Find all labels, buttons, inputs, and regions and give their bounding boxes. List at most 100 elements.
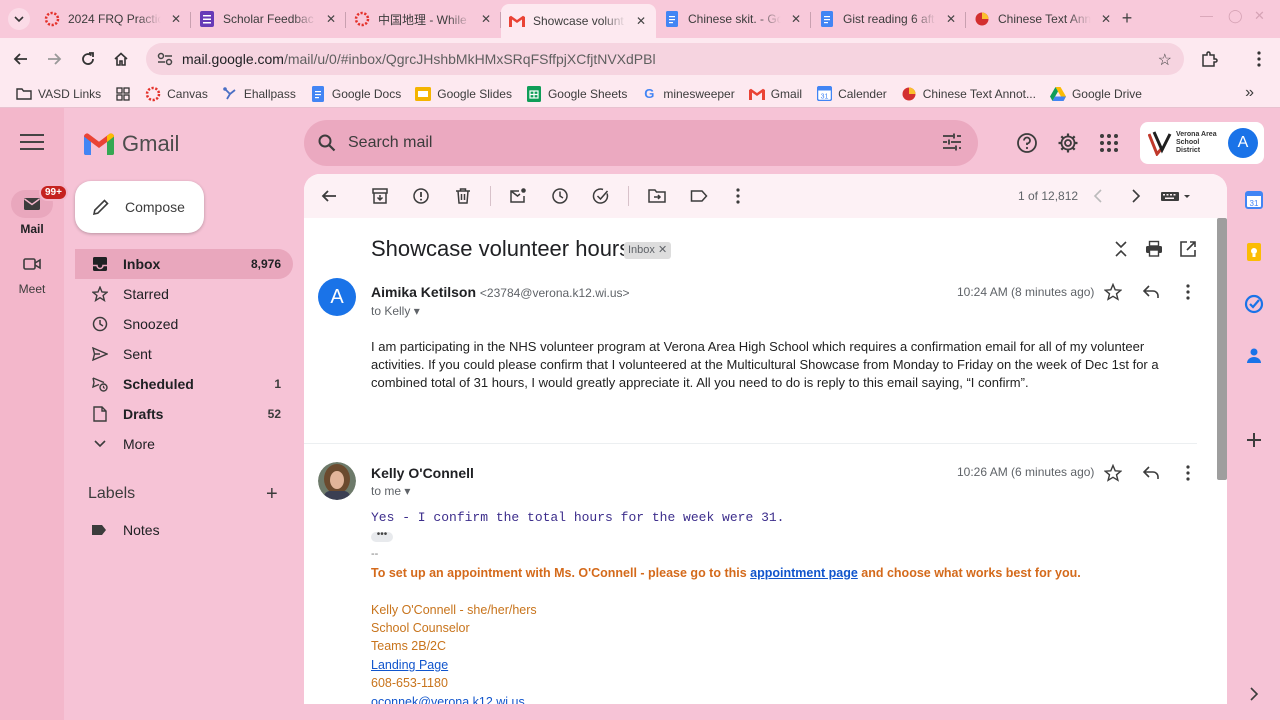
nav-sent[interactable]: Sent (75, 339, 293, 369)
print-icon[interactable] (1145, 240, 1163, 258)
sender-avatar-photo[interactable] (318, 462, 356, 500)
trash-icon[interactable] (454, 187, 472, 205)
main-menu-icon[interactable] (20, 134, 44, 152)
add-to-tasks-icon[interactable] (592, 187, 610, 205)
site-settings-icon[interactable] (156, 50, 174, 68)
message-scrollbar[interactable] (1217, 218, 1227, 480)
rail-mail[interactable]: 99+ Mail (0, 184, 68, 236)
move-to-icon[interactable] (648, 187, 666, 205)
report-spam-icon[interactable] (412, 187, 430, 205)
input-tools-icon[interactable] (1160, 187, 1192, 205)
search-icon[interactable] (318, 134, 336, 152)
recipient-details[interactable]: to me ▾ (371, 484, 410, 498)
browser-tab[interactable]: 2024 FRQ Practic ✕ (36, 4, 191, 34)
account-avatar[interactable]: A (1228, 128, 1258, 158)
nav-drafts[interactable]: Drafts 52 (75, 399, 293, 429)
browser-tab[interactable]: Scholar Feedbac ✕ (191, 4, 346, 34)
create-label-button[interactable]: + (266, 483, 278, 506)
close-icon[interactable]: ✕ (1099, 12, 1113, 26)
bookmark-apps[interactable] (115, 86, 131, 102)
bookmark-star-icon[interactable]: ☆ (1158, 50, 1172, 70)
minimize-icon[interactable]: — (1200, 8, 1213, 23)
open-in-new-window-icon[interactable] (1179, 240, 1197, 258)
contacts-icon[interactable] (1244, 346, 1264, 366)
search-bar[interactable]: Search mail (304, 120, 978, 166)
home-button[interactable] (110, 48, 132, 70)
google-apps-icon[interactable] (1098, 132, 1120, 154)
star-icon[interactable] (1104, 464, 1122, 482)
bookmark-ehallpass[interactable]: Ehallpass (222, 86, 296, 102)
back-button[interactable] (10, 48, 32, 70)
back-to-inbox-icon[interactable] (320, 187, 338, 205)
recipient-details[interactable]: to Kelly ▾ (371, 304, 420, 318)
bookmark-canvas[interactable]: Canvas (145, 86, 208, 102)
landing-page-link[interactable]: Landing Page (371, 658, 448, 672)
star-icon[interactable] (1104, 283, 1122, 301)
bookmark-vasd-links[interactable]: VASD Links (16, 86, 101, 102)
newer-icon[interactable] (1090, 187, 1108, 205)
message-more-icon[interactable] (1179, 464, 1197, 482)
sender-name[interactable]: Aimika Ketilson <23784@verona.k12.wi.us> (371, 284, 630, 300)
bookmark-google-docs[interactable]: Google Docs (310, 85, 401, 102)
close-icon[interactable]: ✕ (944, 12, 958, 26)
close-icon[interactable]: ✕ (479, 12, 493, 26)
calendar-icon[interactable]: 31 (1244, 190, 1264, 210)
search-options-icon[interactable] (942, 133, 962, 151)
more-actions-icon[interactable] (729, 187, 747, 205)
bookmark-minesweeper[interactable]: G minesweeper (641, 86, 734, 102)
forward-button[interactable] (43, 48, 65, 70)
bookmark-google-drive[interactable]: Google Drive (1049, 86, 1142, 102)
sender-avatar[interactable]: A (318, 278, 356, 316)
bookmark-calendar[interactable]: 31 Calender (816, 86, 887, 102)
reload-button[interactable] (77, 48, 99, 70)
get-add-ons-icon[interactable] (1244, 430, 1264, 450)
compose-button[interactable]: Compose (75, 181, 204, 233)
nav-scheduled[interactable]: Scheduled 1 (75, 369, 293, 399)
bookmark-google-slides[interactable]: Google Slides (415, 86, 512, 102)
show-side-panel-icon[interactable] (1244, 684, 1264, 704)
nav-starred[interactable]: Starred (75, 279, 293, 309)
keep-icon[interactable] (1244, 242, 1264, 262)
browser-tab-active[interactable]: Showcase volunt ✕ (501, 4, 656, 38)
appointment-page-link[interactable]: appointment page (750, 566, 858, 580)
reply-icon[interactable] (1142, 464, 1160, 482)
reply-icon[interactable] (1142, 283, 1160, 301)
help-icon[interactable] (1016, 132, 1038, 154)
sender-name[interactable]: Kelly O'Connell (371, 465, 474, 481)
nav-more[interactable]: More (75, 429, 293, 459)
bookmark-chinese-text-annotator[interactable]: Chinese Text Annot... (901, 86, 1036, 102)
label-notes[interactable]: Notes (91, 522, 160, 538)
new-tab-button[interactable]: + (1116, 8, 1138, 30)
signature-email-link[interactable]: oconnek@verona.k12.wi.us (371, 695, 525, 704)
message-more-icon[interactable] (1179, 283, 1197, 301)
bookmark-google-sheets[interactable]: Google Sheets (526, 85, 627, 102)
browser-menu-button[interactable] (1248, 48, 1270, 70)
close-icon[interactable]: ✕ (324, 12, 338, 26)
gmail-logo[interactable]: Gmail (84, 131, 179, 157)
browser-tab[interactable]: 中国地理 - While I ✕ (346, 4, 501, 34)
browser-tab[interactable]: Chinese Text Ann ✕ (966, 4, 1121, 34)
close-icon[interactable]: ✕ (634, 14, 648, 28)
close-icon[interactable]: ✕ (169, 12, 183, 26)
remove-label-icon[interactable]: ✕ (658, 244, 667, 256)
archive-icon[interactable] (371, 187, 389, 205)
bookmarks-overflow-icon[interactable]: » (1245, 84, 1254, 102)
maximize-icon[interactable]: ◯ (1228, 8, 1243, 24)
close-icon[interactable]: ✕ (789, 12, 803, 26)
tab-search-button[interactable] (8, 8, 30, 30)
bookmark-gmail[interactable]: Gmail (748, 86, 802, 102)
extensions-button[interactable] (1198, 48, 1220, 70)
inbox-label-chip[interactable]: Inbox ✕ (624, 242, 672, 259)
snooze-icon[interactable] (551, 187, 569, 205)
browser-tab[interactable]: Gist reading 6 aft ✕ (811, 4, 966, 34)
rail-meet[interactable]: Meet (0, 250, 64, 296)
tasks-icon[interactable] (1244, 294, 1264, 314)
browser-tab[interactable]: Chinese skit. - Go ✕ (656, 4, 811, 34)
mark-unread-icon[interactable] (509, 187, 527, 205)
search-input[interactable]: Search mail (348, 134, 432, 152)
collapse-all-icon[interactable] (1112, 240, 1130, 258)
labels-icon[interactable] (690, 187, 708, 205)
window-close-icon[interactable]: ✕ (1254, 8, 1265, 24)
older-icon[interactable] (1126, 187, 1144, 205)
show-trimmed-content-button[interactable]: ••• (371, 530, 393, 542)
